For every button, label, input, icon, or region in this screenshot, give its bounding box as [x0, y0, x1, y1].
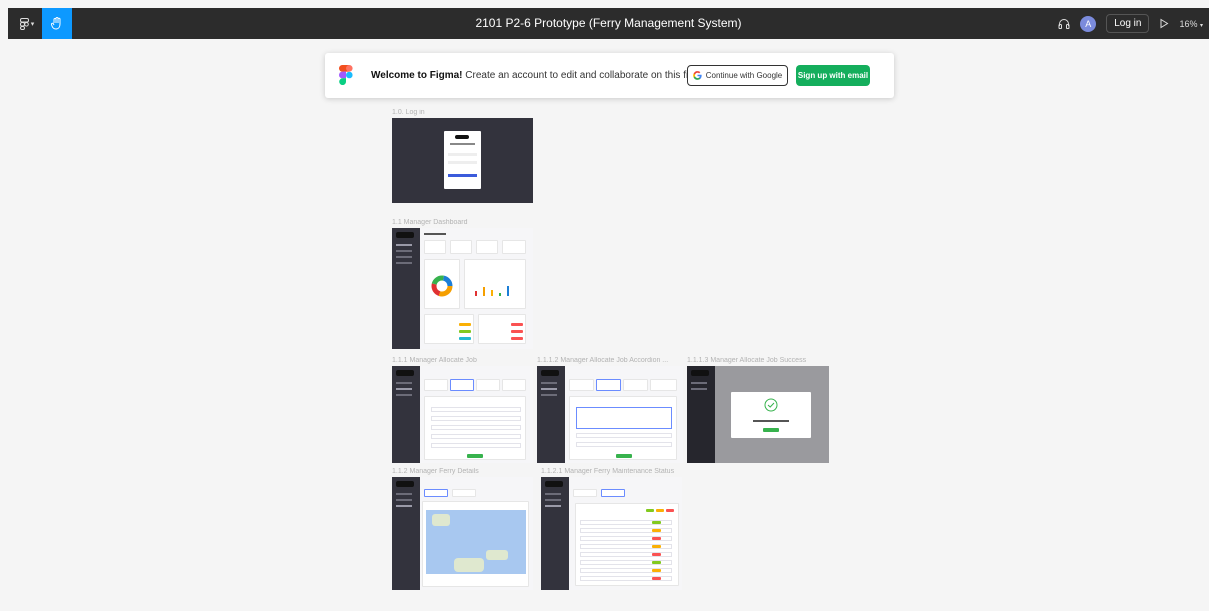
- zoom-dropdown[interactable]: 16% ▾: [1179, 19, 1203, 29]
- banner-welcome: Welcome to Figma!: [371, 70, 463, 81]
- login-button[interactable]: Log in: [1106, 14, 1150, 33]
- frame-dashboard[interactable]: [392, 228, 533, 349]
- frame-label-allocate-success: 1.1.1.3 Manager Allocate Job Success: [687, 357, 807, 364]
- banner-description: Create an account to edit and collaborat…: [465, 70, 699, 81]
- google-button-label: Continue with Google: [705, 71, 783, 80]
- success-check-icon: [764, 398, 778, 412]
- google-icon: [692, 71, 702, 80]
- file-title: 2101 P2-6 Prototype (Ferry Management Sy…: [475, 16, 742, 30]
- frame-login[interactable]: [392, 118, 533, 203]
- figma-viewer: ▾ 2101 P2-6 Prototype (Ferry Management …: [0, 0, 1209, 611]
- frame-label-allocate-job: 1.1.1 Manager Allocate Job: [392, 357, 477, 364]
- frame-label-dashboard: 1.1 Manager Dashboard: [392, 219, 468, 226]
- sign-up-email-button[interactable]: Sign up with email: [796, 65, 870, 86]
- frame-label-ferry-details: 1.1.2 Manager Ferry Details: [392, 468, 479, 475]
- zoom-level: 16%: [1179, 18, 1198, 29]
- frame-label-ferry-maintenance: 1.1.2.1 Manager Ferry Maintenance Status: [541, 468, 675, 475]
- figma-menu-icon: [19, 17, 29, 30]
- frame-label-login: 1.0. Log in: [392, 109, 425, 116]
- frame-allocate-accordion[interactable]: [537, 366, 683, 463]
- ferry-map[interactable]: [426, 510, 526, 574]
- hand-tool-button[interactable]: [42, 8, 72, 39]
- continue-with-google-button[interactable]: Continue with Google: [687, 65, 788, 86]
- frame-allocate-job[interactable]: [392, 366, 533, 463]
- top-toolbar: ▾ 2101 P2-6 Prototype (Ferry Management …: [8, 8, 1209, 39]
- frame-ferry-details[interactable]: [392, 477, 533, 590]
- login-card: [444, 131, 481, 189]
- user-avatar[interactable]: A: [1080, 15, 1097, 32]
- headphones-icon[interactable]: [1058, 18, 1070, 29]
- present-play-icon[interactable]: [1159, 18, 1169, 29]
- success-modal: [731, 392, 811, 438]
- frame-label-allocate-accordion: 1.1.1.2 Manager Allocate Job Accordion .…: [537, 357, 669, 364]
- chevron-down-icon: ▾: [1199, 22, 1203, 29]
- chevron-down-icon: ▾: [30, 20, 35, 28]
- welcome-banner: Welcome to Figma! Create an account to e…: [325, 53, 894, 98]
- frame-allocate-success[interactable]: [687, 366, 829, 463]
- frame-ferry-maintenance[interactable]: [541, 477, 682, 590]
- banner-message: Welcome to Figma! Create an account to e…: [371, 53, 699, 98]
- hand-icon: [51, 17, 61, 30]
- main-menu-button[interactable]: ▾: [12, 8, 42, 39]
- figma-logo-icon: [339, 65, 353, 85]
